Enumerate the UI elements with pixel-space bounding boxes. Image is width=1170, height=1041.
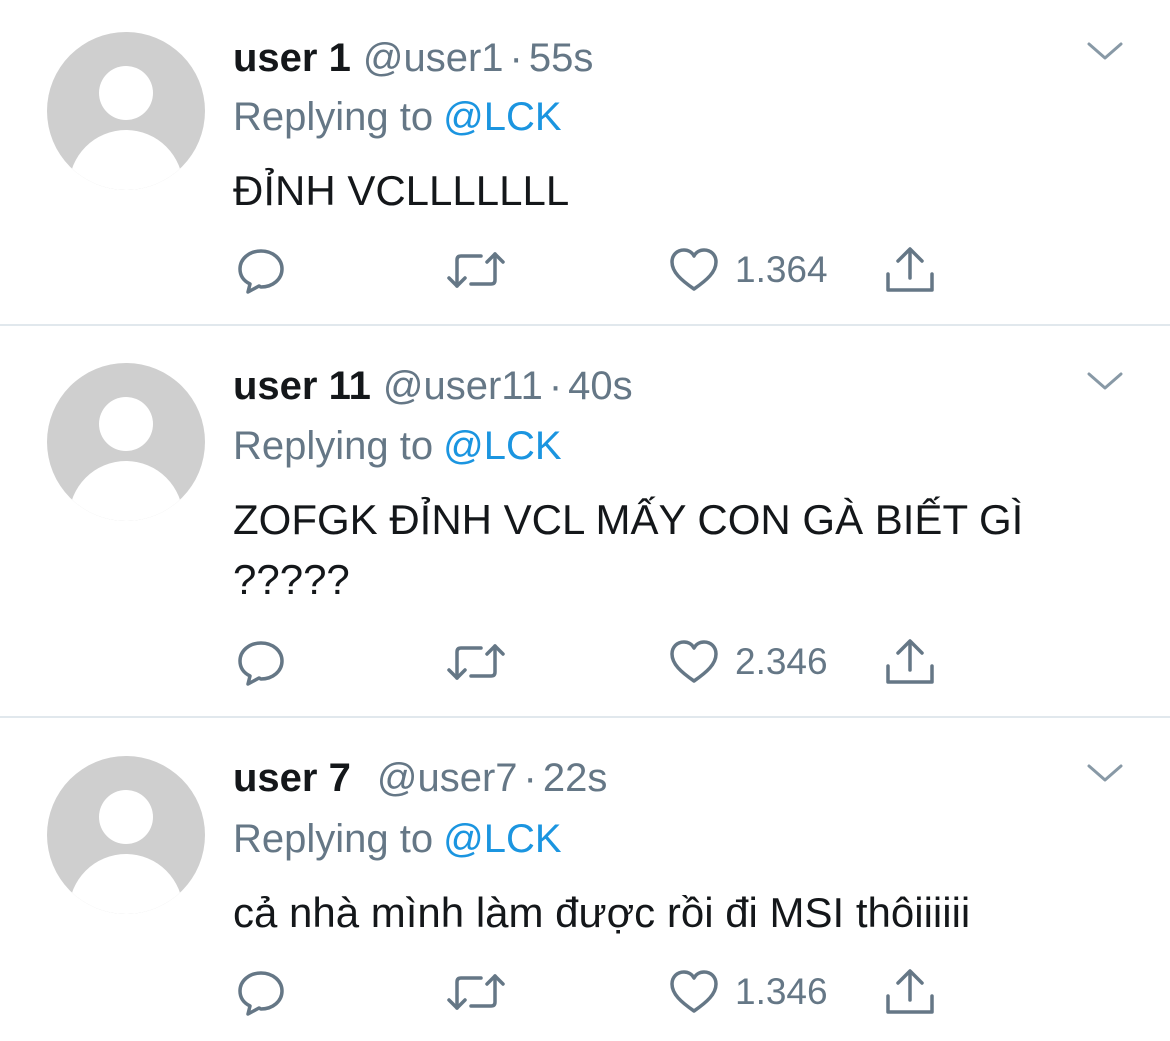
display-name[interactable]: user 11 xyxy=(233,364,371,408)
like-count: 1.346 xyxy=(735,971,828,1012)
avatar-head xyxy=(99,66,153,120)
reply-icon xyxy=(238,249,284,294)
reply-icon xyxy=(238,971,284,1016)
like-icon xyxy=(670,640,718,683)
reply-mention-link[interactable]: @LCK xyxy=(443,95,561,139)
avatar[interactable] xyxy=(47,756,205,914)
avatar[interactable] xyxy=(47,363,205,521)
share-icon xyxy=(886,969,934,1014)
tweet[interactable]: user 7 @user7 · 22s Replying to @LCK cả nhà … xyxy=(0,718,1170,1041)
retweet-icon xyxy=(447,974,505,1010)
avatar-head xyxy=(99,397,153,451)
share-button[interactable] xyxy=(883,964,937,1020)
chevron-down-icon[interactable] xyxy=(1085,366,1125,396)
reply-mention-link[interactable]: @LCK xyxy=(443,817,561,861)
user-handle[interactable]: @user7 xyxy=(377,756,518,800)
user-handle[interactable]: @user1 xyxy=(363,36,504,80)
reply-button[interactable] xyxy=(233,964,289,1020)
tweet[interactable]: user 11 @user11 · 40s Replying to @LCK ZOFGK… xyxy=(0,326,1170,718)
avatar-body xyxy=(69,130,183,190)
timestamp[interactable]: 22s xyxy=(543,756,608,800)
tweet[interactable]: user 1 @user1 · 55s Replying to @LCK ĐỈNH VC… xyxy=(0,0,1170,326)
retweet-button[interactable] xyxy=(445,242,507,298)
tweet-actions: 1.346 xyxy=(233,964,953,1020)
replying-to: Replying to @LCK xyxy=(233,815,562,863)
reply-button[interactable] xyxy=(233,634,289,690)
tweet-text: cả nhà mình làm được rồi đi MSI thôiiiii… xyxy=(233,889,971,936)
retweet-icon xyxy=(447,252,505,288)
tweet-text: ZOFGK ĐỈNH VCL MẤY CON GÀ BIẾT GÌ ????? xyxy=(233,496,1024,603)
like-icon xyxy=(670,970,718,1013)
like-button[interactable]: 2.346 xyxy=(667,634,828,690)
tweet-text: ĐỈNH VCLLLLLLL xyxy=(233,167,570,214)
timestamp[interactable]: 55s xyxy=(529,36,594,80)
display-name[interactable]: user 7 xyxy=(233,756,351,800)
tweet-header: user 7 @user7 · 22s xyxy=(233,754,607,802)
like-button[interactable]: 1.364 xyxy=(667,242,828,298)
chevron-down-icon[interactable] xyxy=(1085,36,1125,66)
avatar-body xyxy=(69,854,183,914)
user-handle[interactable]: @user11 xyxy=(383,364,543,408)
like-icon xyxy=(670,248,718,291)
replying-to-label: Replying to xyxy=(233,424,434,468)
retweet-button[interactable] xyxy=(445,634,507,690)
separator-dot: · xyxy=(548,364,563,408)
chevron-down-icon[interactable] xyxy=(1085,758,1125,788)
replying-to-label: Replying to xyxy=(233,95,434,139)
tweet-header: user 1 @user1 · 55s xyxy=(233,34,593,82)
share-button[interactable] xyxy=(883,242,937,298)
replying-to: Replying to @LCK xyxy=(233,93,562,141)
reply-icon xyxy=(238,641,284,686)
reply-button[interactable] xyxy=(233,242,289,298)
avatar-body xyxy=(69,461,183,521)
replying-to-label: Replying to xyxy=(233,817,434,861)
share-icon xyxy=(886,247,934,292)
share-button[interactable] xyxy=(883,634,937,690)
replying-to: Replying to @LCK xyxy=(233,422,562,470)
display-name[interactable]: user 1 xyxy=(233,36,351,80)
like-count: 1.364 xyxy=(735,249,828,290)
like-button[interactable]: 1.346 xyxy=(667,964,828,1020)
tweet-header: user 11 @user11 · 40s xyxy=(233,362,633,410)
timestamp[interactable]: 40s xyxy=(568,364,633,408)
reply-mention-link[interactable]: @LCK xyxy=(443,424,561,468)
tweet-actions: 1.364 xyxy=(233,242,953,298)
separator-dot: · xyxy=(523,756,537,800)
avatar-head xyxy=(99,790,153,844)
like-count: 2.346 xyxy=(735,641,828,682)
retweet-icon xyxy=(447,644,505,680)
share-icon xyxy=(886,639,934,684)
avatar[interactable] xyxy=(47,32,205,190)
retweet-button[interactable] xyxy=(445,964,507,1020)
tweet-actions: 2.346 xyxy=(233,634,953,690)
separator-dot: · xyxy=(509,36,523,80)
